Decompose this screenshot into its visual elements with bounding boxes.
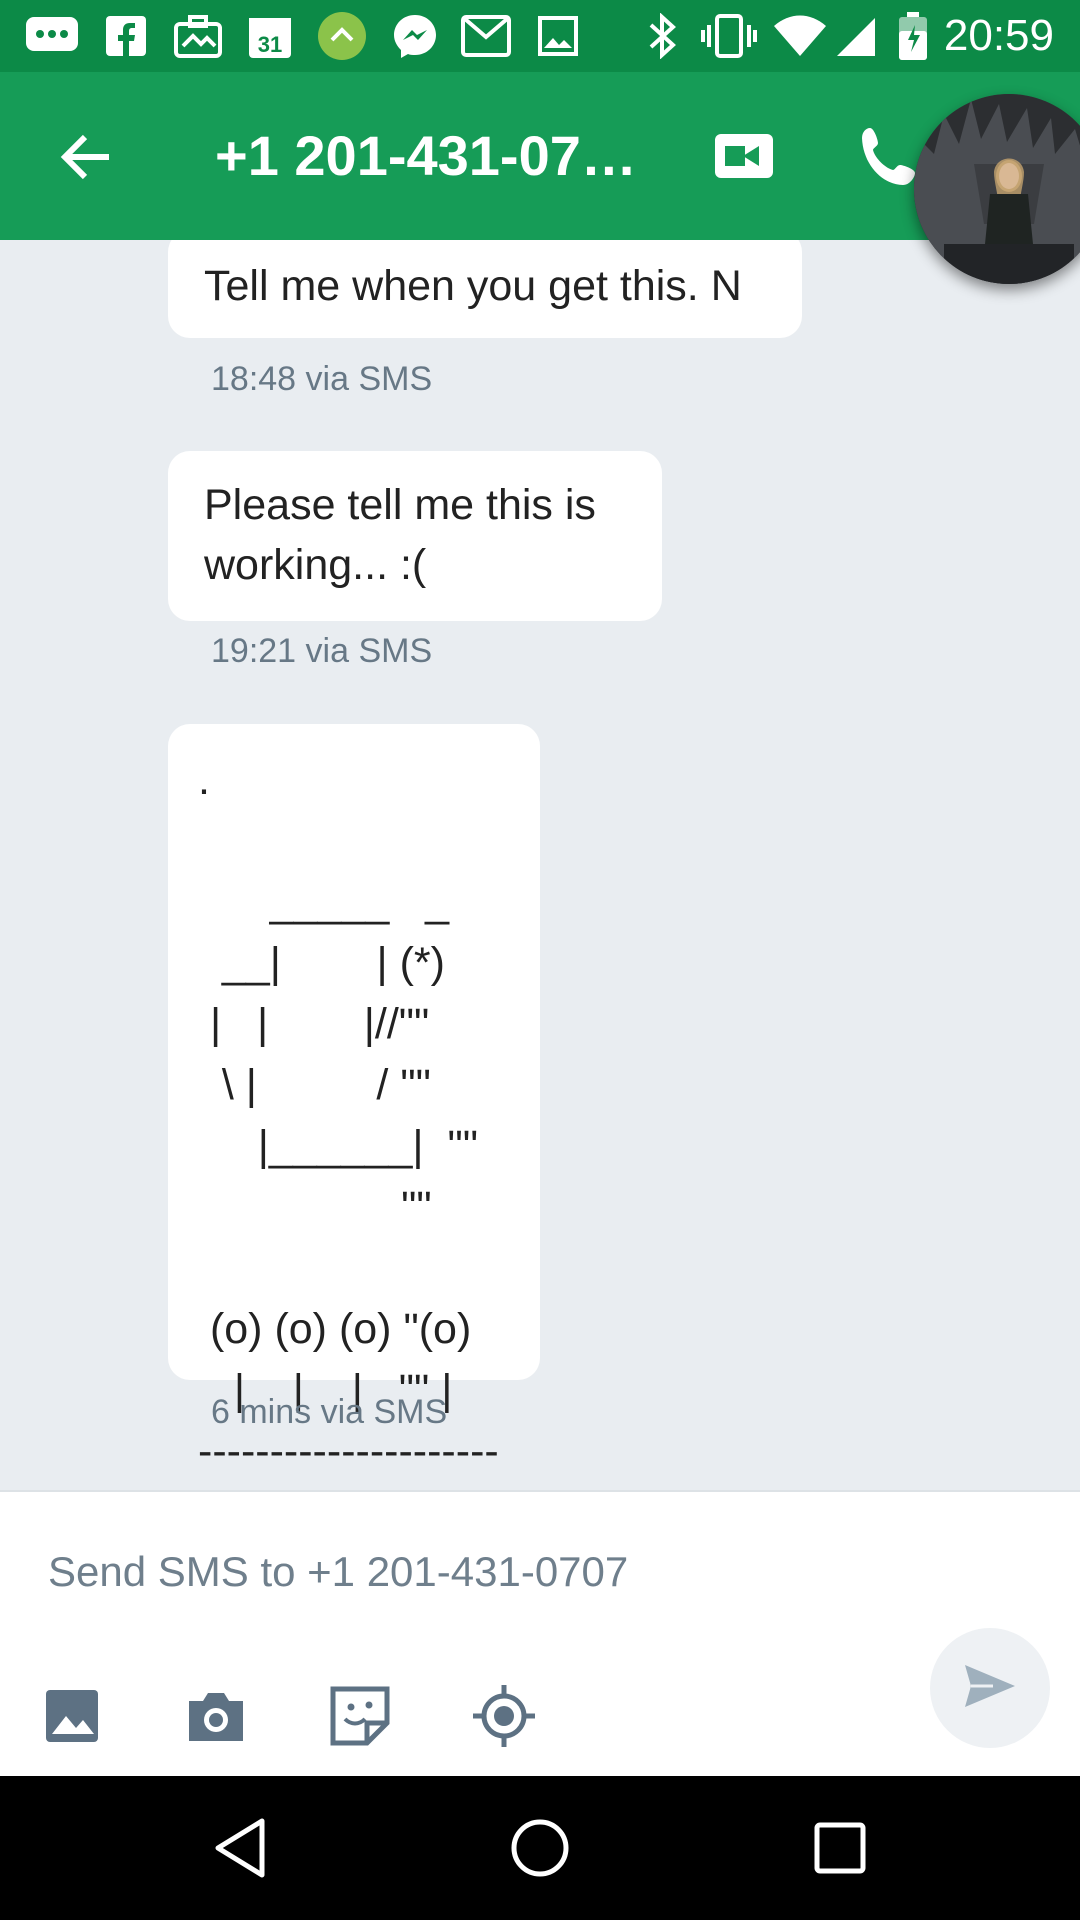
gmail-icon (460, 0, 512, 72)
video-call-icon[interactable] (706, 124, 782, 188)
calendar-day: 31 (258, 32, 282, 57)
message-bubble[interactable]: Please tell me this is working... :( (168, 451, 662, 621)
message-text: Please tell me this is working... :( (204, 481, 596, 589)
home-circle-icon[interactable] (500, 1808, 580, 1888)
conversation-title: +1 201-431-07… (215, 124, 637, 187)
message-input[interactable] (48, 1532, 848, 1612)
vibrate-icon (700, 0, 758, 72)
message-meta: 18:48 via SMS (211, 360, 433, 398)
back-triangle-icon[interactable] (200, 1808, 280, 1888)
messenger-icon (390, 0, 440, 72)
bluetooth-icon (642, 0, 682, 72)
arrow-back-icon[interactable] (50, 122, 120, 192)
battery-icon (896, 0, 930, 72)
sticker-icon[interactable] (324, 1680, 396, 1752)
camera-icon[interactable] (180, 1680, 252, 1752)
calendar-icon: 31 (246, 0, 294, 72)
facebook-icon (104, 0, 148, 72)
status-bar: 31 20:59 (0, 0, 1080, 72)
status-time: 20:59 (943, 11, 1054, 60)
briefcase-icon (172, 0, 224, 72)
message-bubble[interactable]: . _____ _ __| | (*) | | |//"" \ | / "" |… (168, 724, 540, 1475)
message-meta: 19:21 via SMS (211, 632, 433, 670)
send-button[interactable] (930, 1628, 1050, 1748)
message-text: . _____ _ __| | (*) | | |//"" \ | / "" |… (198, 756, 499, 1475)
message-bubble[interactable]: Tell me when you get this. N (168, 240, 802, 338)
message-list[interactable]: Tell me when you get this. N 18:48 via S… (0, 240, 1080, 1490)
message-text: Tell me when you get this. N (204, 262, 742, 310)
location-icon[interactable] (468, 1680, 540, 1752)
compose-area (0, 1490, 1080, 1778)
gallery-icon[interactable] (36, 1680, 108, 1752)
navigation-bar (0, 1776, 1080, 1920)
send-icon (963, 1663, 1017, 1714)
signal-icon (834, 0, 878, 72)
messages-icon (22, 0, 82, 72)
recents-square-icon[interactable] (800, 1808, 880, 1888)
hangouts-bubble-icon (316, 0, 368, 72)
image-icon (536, 0, 580, 72)
message-meta: 6 mins via SMS (211, 1393, 448, 1431)
wifi-icon (772, 0, 828, 72)
